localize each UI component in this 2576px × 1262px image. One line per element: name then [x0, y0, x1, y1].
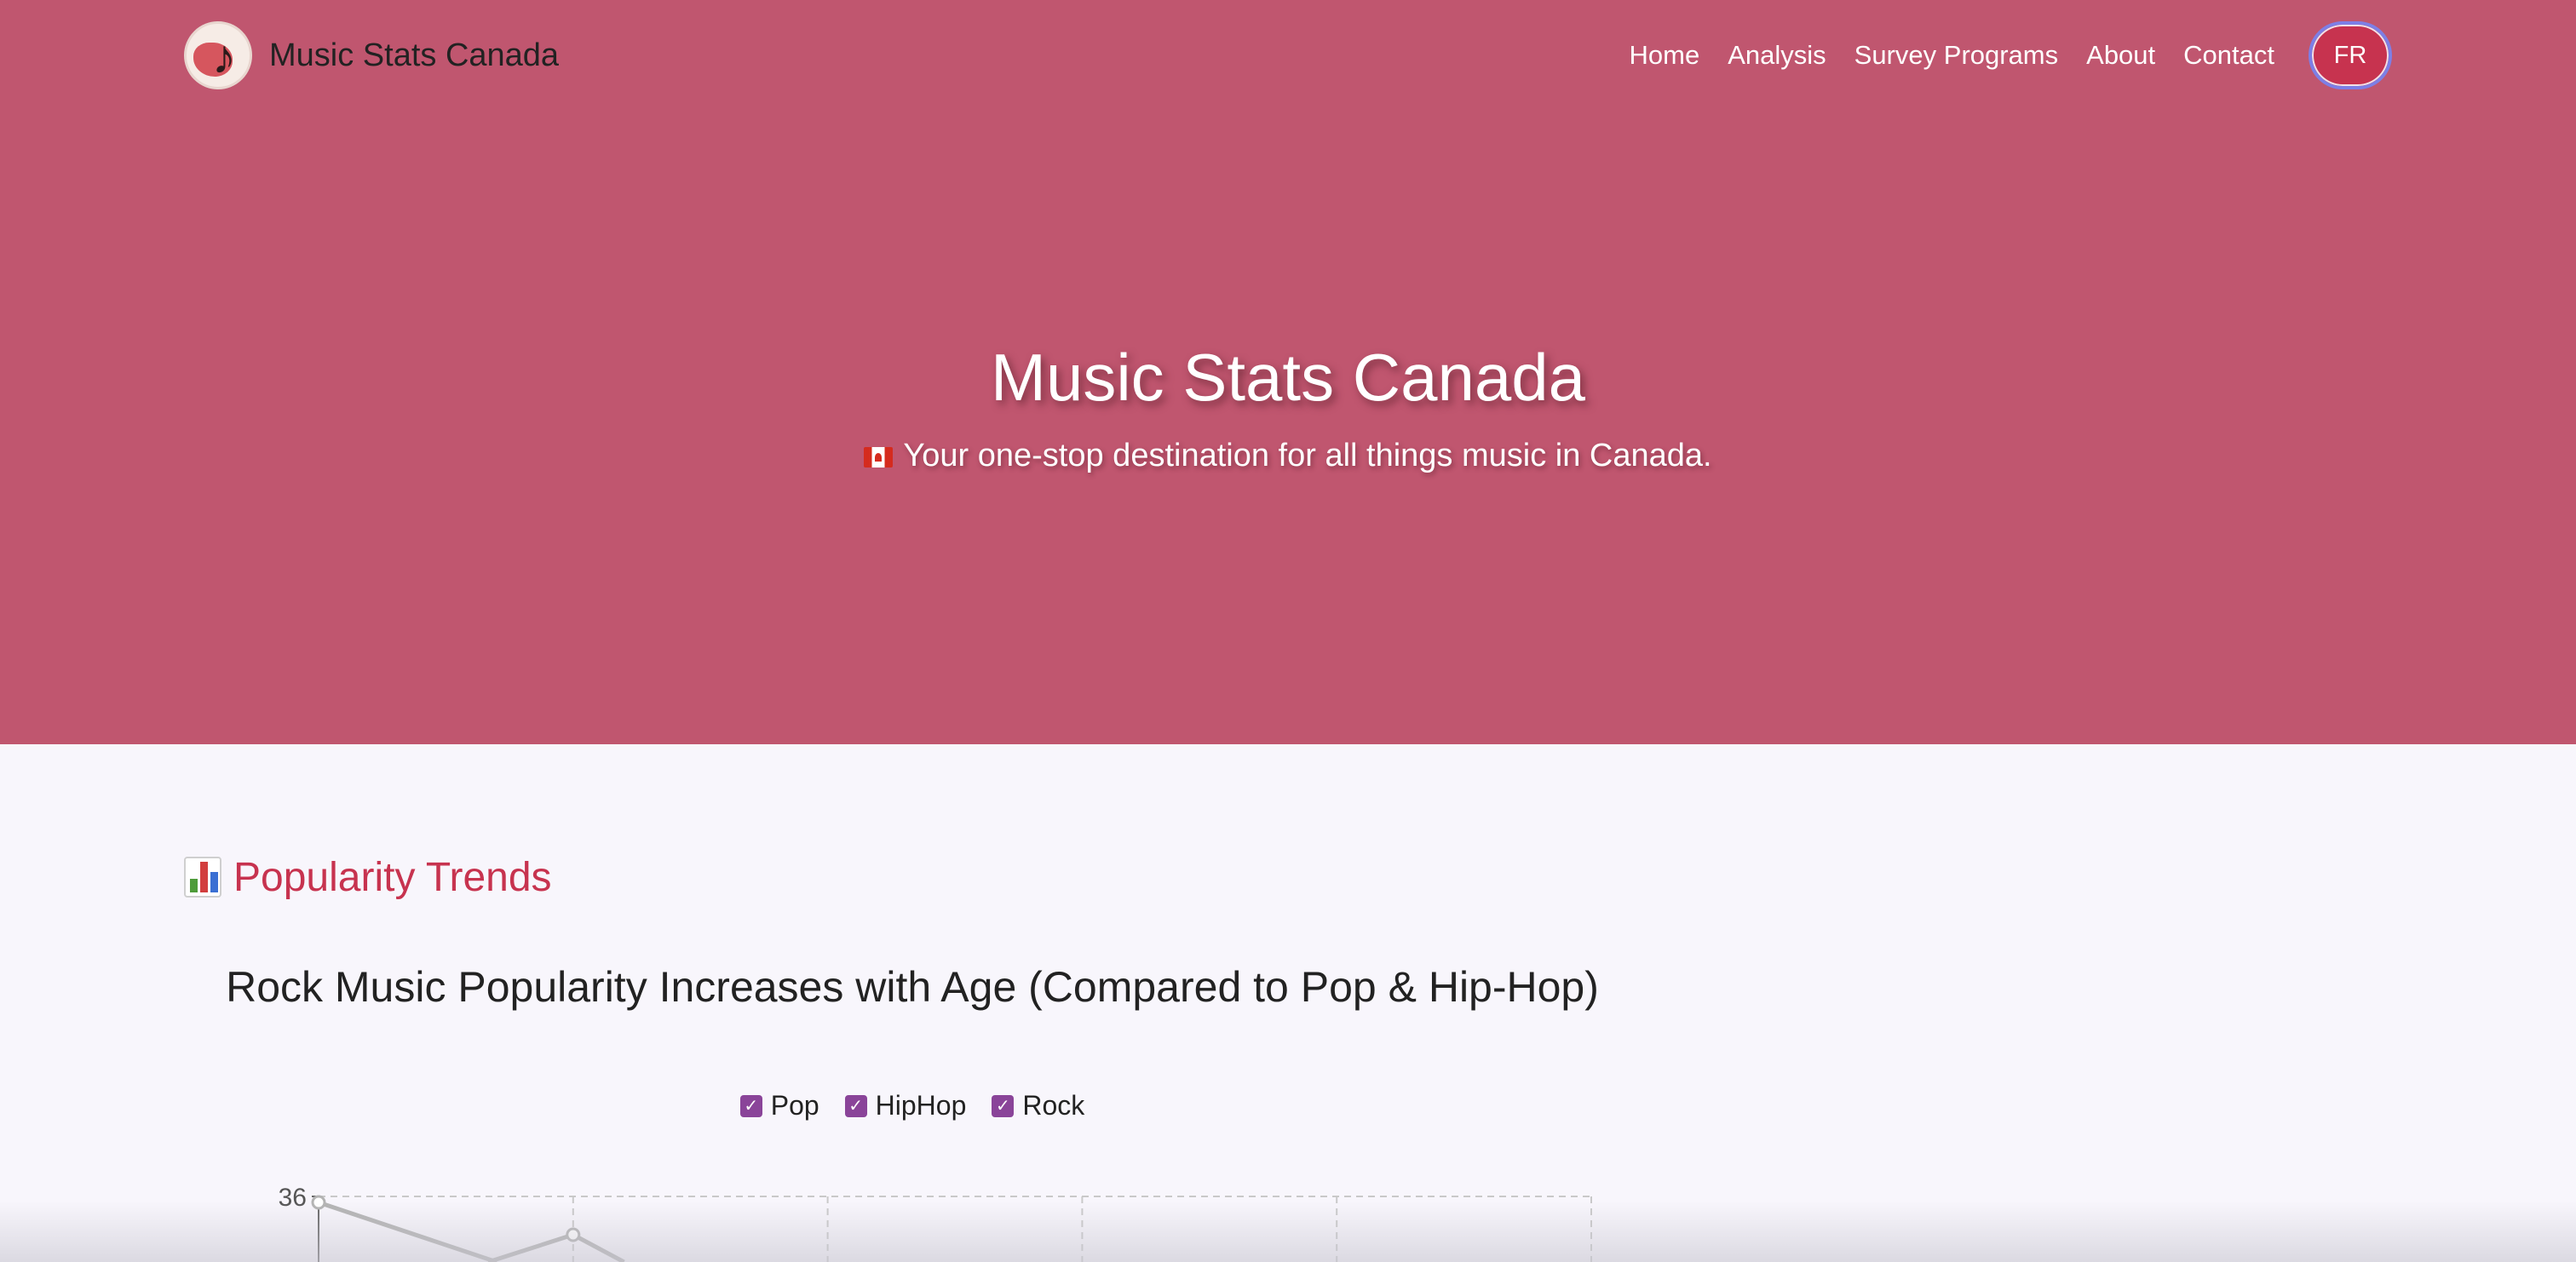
bar-chart-icon — [184, 857, 221, 898]
section-title: Popularity Trends — [233, 854, 552, 900]
nav-home[interactable]: Home — [1630, 40, 1700, 71]
chart-title: Rock Music Popularity Increases with Age… — [226, 963, 1599, 1011]
nav-about[interactable]: About — [2086, 40, 2155, 71]
canada-flag-icon — [864, 446, 894, 468]
checkbox-checked-icon[interactable]: ✓ — [992, 1094, 1015, 1117]
legend-label-pop: Pop — [770, 1090, 819, 1121]
nav-links: Home Analysis Survey Programs About Cont… — [1601, 19, 2392, 92]
nav-survey-programs[interactable]: Survey Programs — [1854, 40, 2058, 71]
legend-item-hiphop[interactable]: ✓ HipHop — [844, 1090, 967, 1121]
hero-banner: ♪ Music Stats Canada Home Analysis Surve… — [0, 0, 2576, 744]
nav-analysis[interactable]: Analysis — [1728, 40, 1826, 71]
brand-name: Music Stats Canada — [269, 37, 560, 73]
checkbox-checked-icon[interactable]: ✓ — [739, 1094, 762, 1117]
legend-label-hiphop: HipHop — [875, 1090, 967, 1121]
navbar: ♪ Music Stats Canada Home Analysis Surve… — [184, 19, 2392, 92]
hero-title: Music Stats Canada — [990, 340, 1585, 415]
hero-subtitle-text: Your one-stop destination for all things… — [903, 438, 1712, 473]
hero-subtitle: Your one-stop destination for all things… — [0, 438, 2576, 474]
brand-link[interactable]: ♪ Music Stats Canada — [184, 19, 559, 92]
legend-item-pop[interactable]: ✓ Pop — [739, 1090, 819, 1121]
maple-leaf-music-note-logo: ♪ — [184, 21, 252, 89]
window-bottom-shadow — [0, 1201, 2576, 1262]
language-toggle-button[interactable]: FR — [2309, 21, 2392, 89]
legend-item-rock[interactable]: ✓ Rock — [992, 1090, 1084, 1121]
checkbox-checked-icon[interactable]: ✓ — [844, 1094, 867, 1117]
nav-contact[interactable]: Contact — [2183, 40, 2274, 71]
chart-legend: ✓ Pop ✓ HipHop ✓ Rock — [184, 1090, 1641, 1121]
legend-label-rock: Rock — [1022, 1090, 1085, 1121]
section-heading: Popularity Trends — [184, 850, 552, 904]
